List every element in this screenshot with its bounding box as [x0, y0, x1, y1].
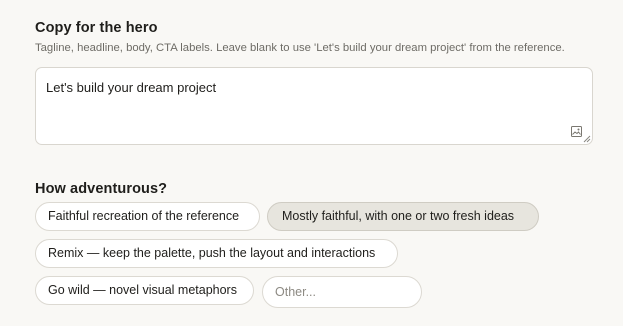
other-option-input[interactable]: [262, 276, 422, 308]
resize-handle-icon[interactable]: [583, 135, 591, 143]
option-remix[interactable]: Remix — keep the palette, push the layou…: [35, 239, 398, 268]
hero-copy-textarea-container[interactable]: [35, 67, 593, 145]
copy-help-text: Tagline, headline, body, CTA labels. Lea…: [35, 42, 565, 54]
option-faithful-recreation[interactable]: Faithful recreation of the reference: [35, 202, 260, 231]
adventure-section-title: How adventurous?: [35, 181, 168, 197]
copy-section-title: Copy for the hero: [35, 20, 158, 36]
hero-copy-textarea[interactable]: [36, 68, 592, 144]
option-mostly-faithful[interactable]: Mostly faithful, with one or two fresh i…: [267, 202, 539, 231]
option-go-wild[interactable]: Go wild — novel visual metaphors: [35, 276, 254, 305]
image-icon[interactable]: [571, 126, 582, 137]
